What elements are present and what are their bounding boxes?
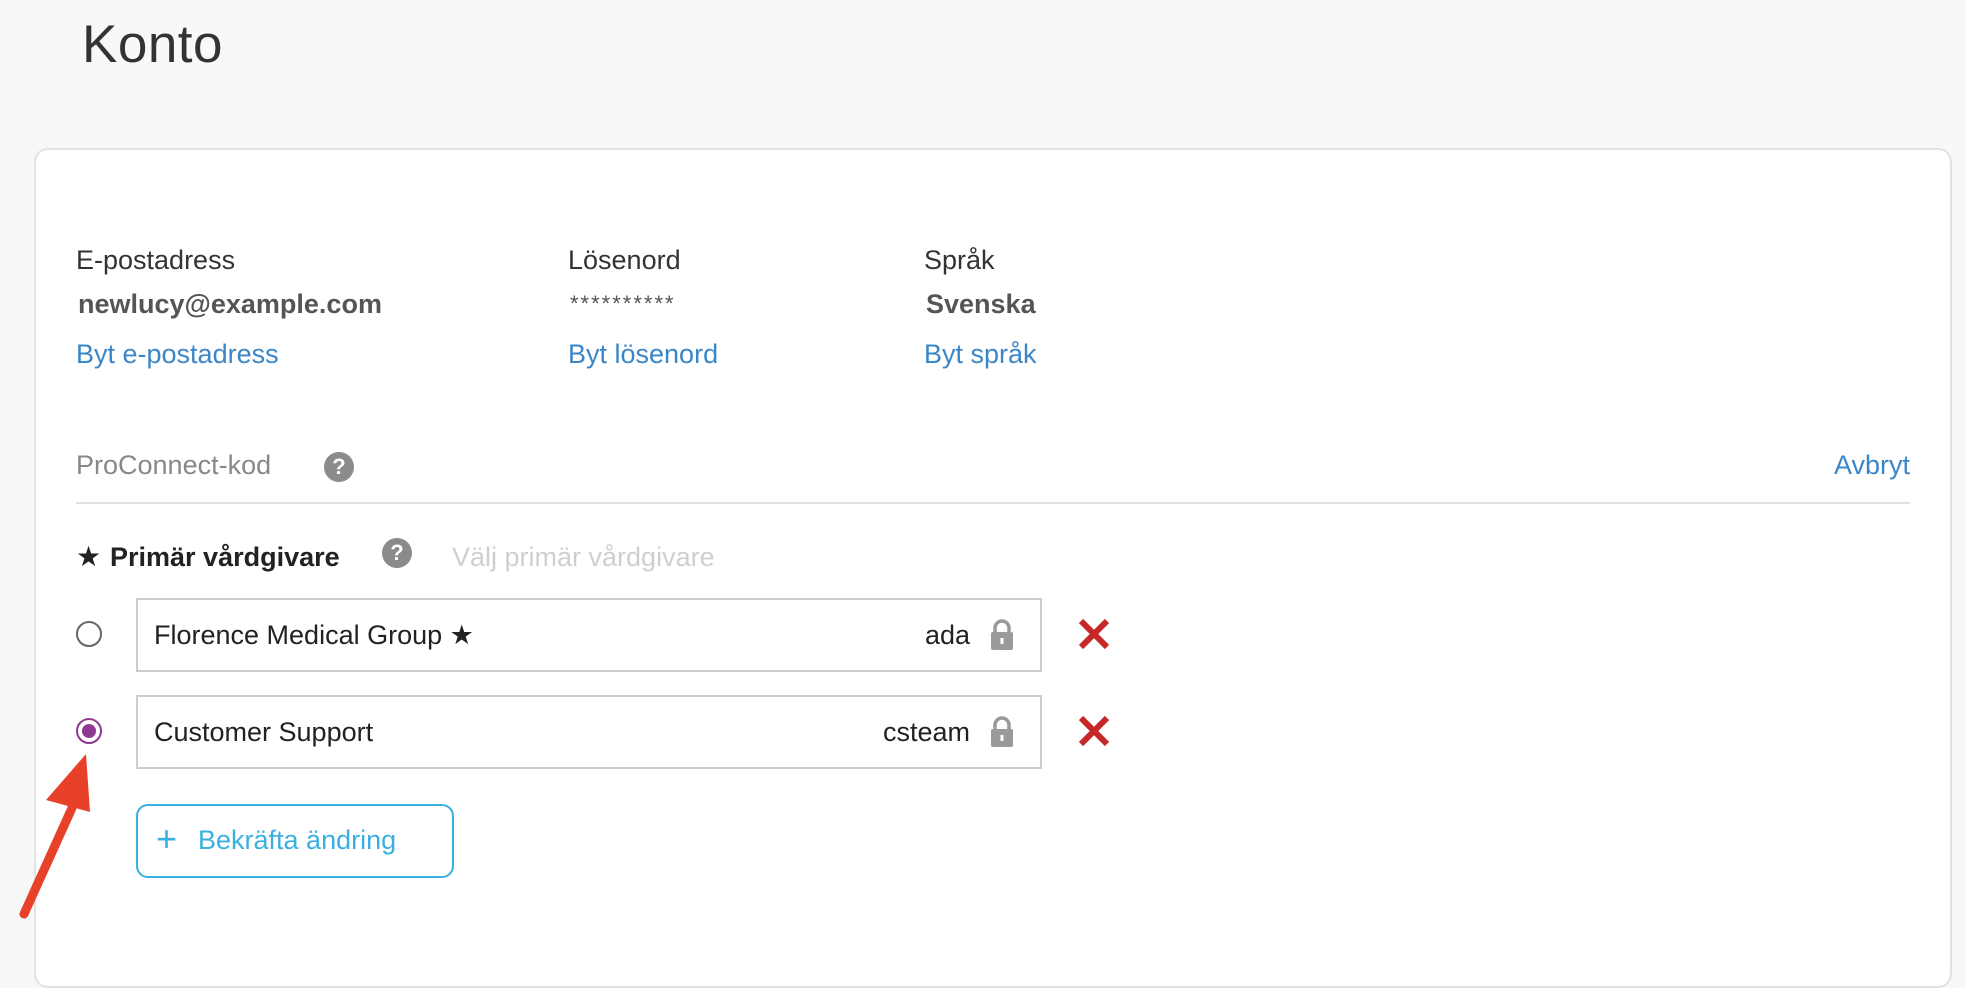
- password-section: Lösenord ********** Byt lösenord: [568, 238, 718, 382]
- language-section: Språk Svenska Byt språk: [924, 238, 1037, 382]
- provider-field: Florence Medical Group ★ ada: [136, 598, 1042, 672]
- language-value: Svenska: [926, 289, 1036, 319]
- lock-icon: [991, 716, 1013, 747]
- password-value: **********: [570, 291, 676, 316]
- email-label: E-postadress: [76, 245, 236, 275]
- provider-field: Customer Support csteam: [136, 695, 1042, 769]
- change-password-link[interactable]: Byt lösenord: [568, 326, 718, 382]
- remove-icon[interactable]: [1076, 616, 1112, 652]
- remove-icon[interactable]: [1076, 713, 1112, 749]
- provider-radio[interactable]: [76, 621, 102, 647]
- page-title: Konto: [82, 15, 224, 74]
- email-value: newlucy@example.com: [78, 289, 382, 319]
- provider-name: Florence Medical Group ★: [154, 620, 474, 650]
- account-card: E-postadress newlucy@example.com Byt e-p…: [34, 148, 1952, 988]
- star-icon: ★: [76, 541, 102, 572]
- help-icon[interactable]: ?: [324, 452, 354, 482]
- provider-name: Customer Support: [154, 717, 374, 747]
- proconnect-header: ProConnect-kod ? Avbryt: [76, 442, 1910, 504]
- confirm-change-button[interactable]: + Bekräfta ändring: [136, 804, 454, 878]
- change-language-link[interactable]: Byt språk: [924, 326, 1037, 382]
- provider-username: csteam: [882, 717, 970, 747]
- lock-icon: [991, 619, 1013, 650]
- provider-username: ada: [924, 620, 970, 650]
- confirm-change-label: Bekräfta ändring: [198, 825, 397, 855]
- password-label: Lösenord: [568, 245, 681, 275]
- select-primary-provider-placeholder: Välj primär vårdgivare: [452, 542, 715, 572]
- proconnect-label: ProConnect-kod: [76, 450, 272, 480]
- provider-radio-selected[interactable]: [76, 718, 102, 744]
- change-email-link[interactable]: Byt e-postadress: [76, 326, 382, 382]
- primary-provider-label: Primär vårdgivare: [110, 542, 340, 572]
- plus-icon: +: [156, 818, 178, 859]
- language-label: Språk: [924, 245, 995, 275]
- help-icon[interactable]: ?: [382, 538, 412, 568]
- cancel-link[interactable]: Avbryt: [1834, 450, 1910, 481]
- email-section: E-postadress newlucy@example.com Byt e-p…: [76, 238, 382, 382]
